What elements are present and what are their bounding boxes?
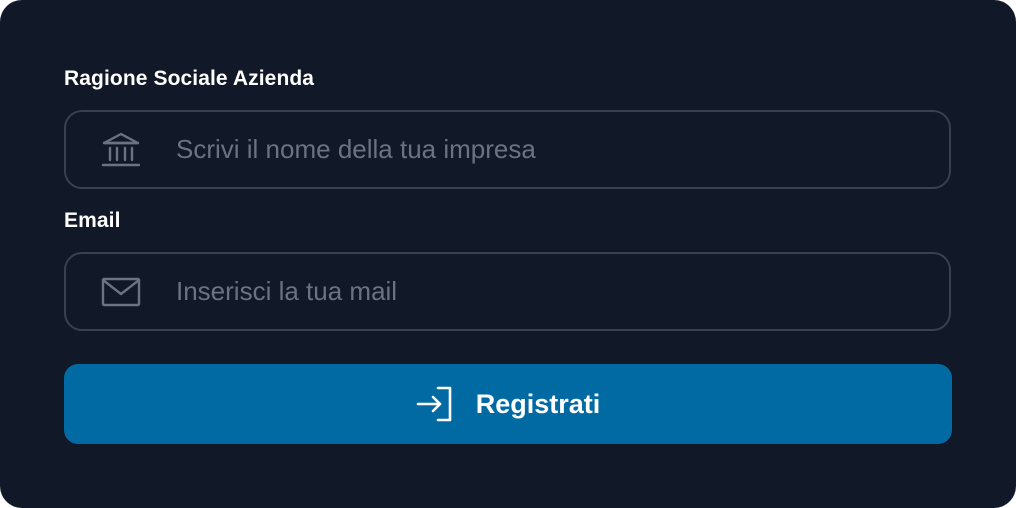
registration-card: Ragione Sociale Azienda Email [0,0,1016,508]
company-name-label: Ragione Sociale Azienda [64,67,315,90]
mail-icon [100,272,142,312]
email-field[interactable] [64,252,951,331]
email-input[interactable] [176,254,916,329]
bank-icon [100,130,142,170]
company-name-input[interactable] [176,112,916,187]
login-icon [416,386,454,422]
register-button-label: Registrati [475,388,601,419]
register-button[interactable]: Registrati [64,364,952,444]
company-name-field[interactable] [64,110,951,189]
email-label: Email [64,209,121,232]
